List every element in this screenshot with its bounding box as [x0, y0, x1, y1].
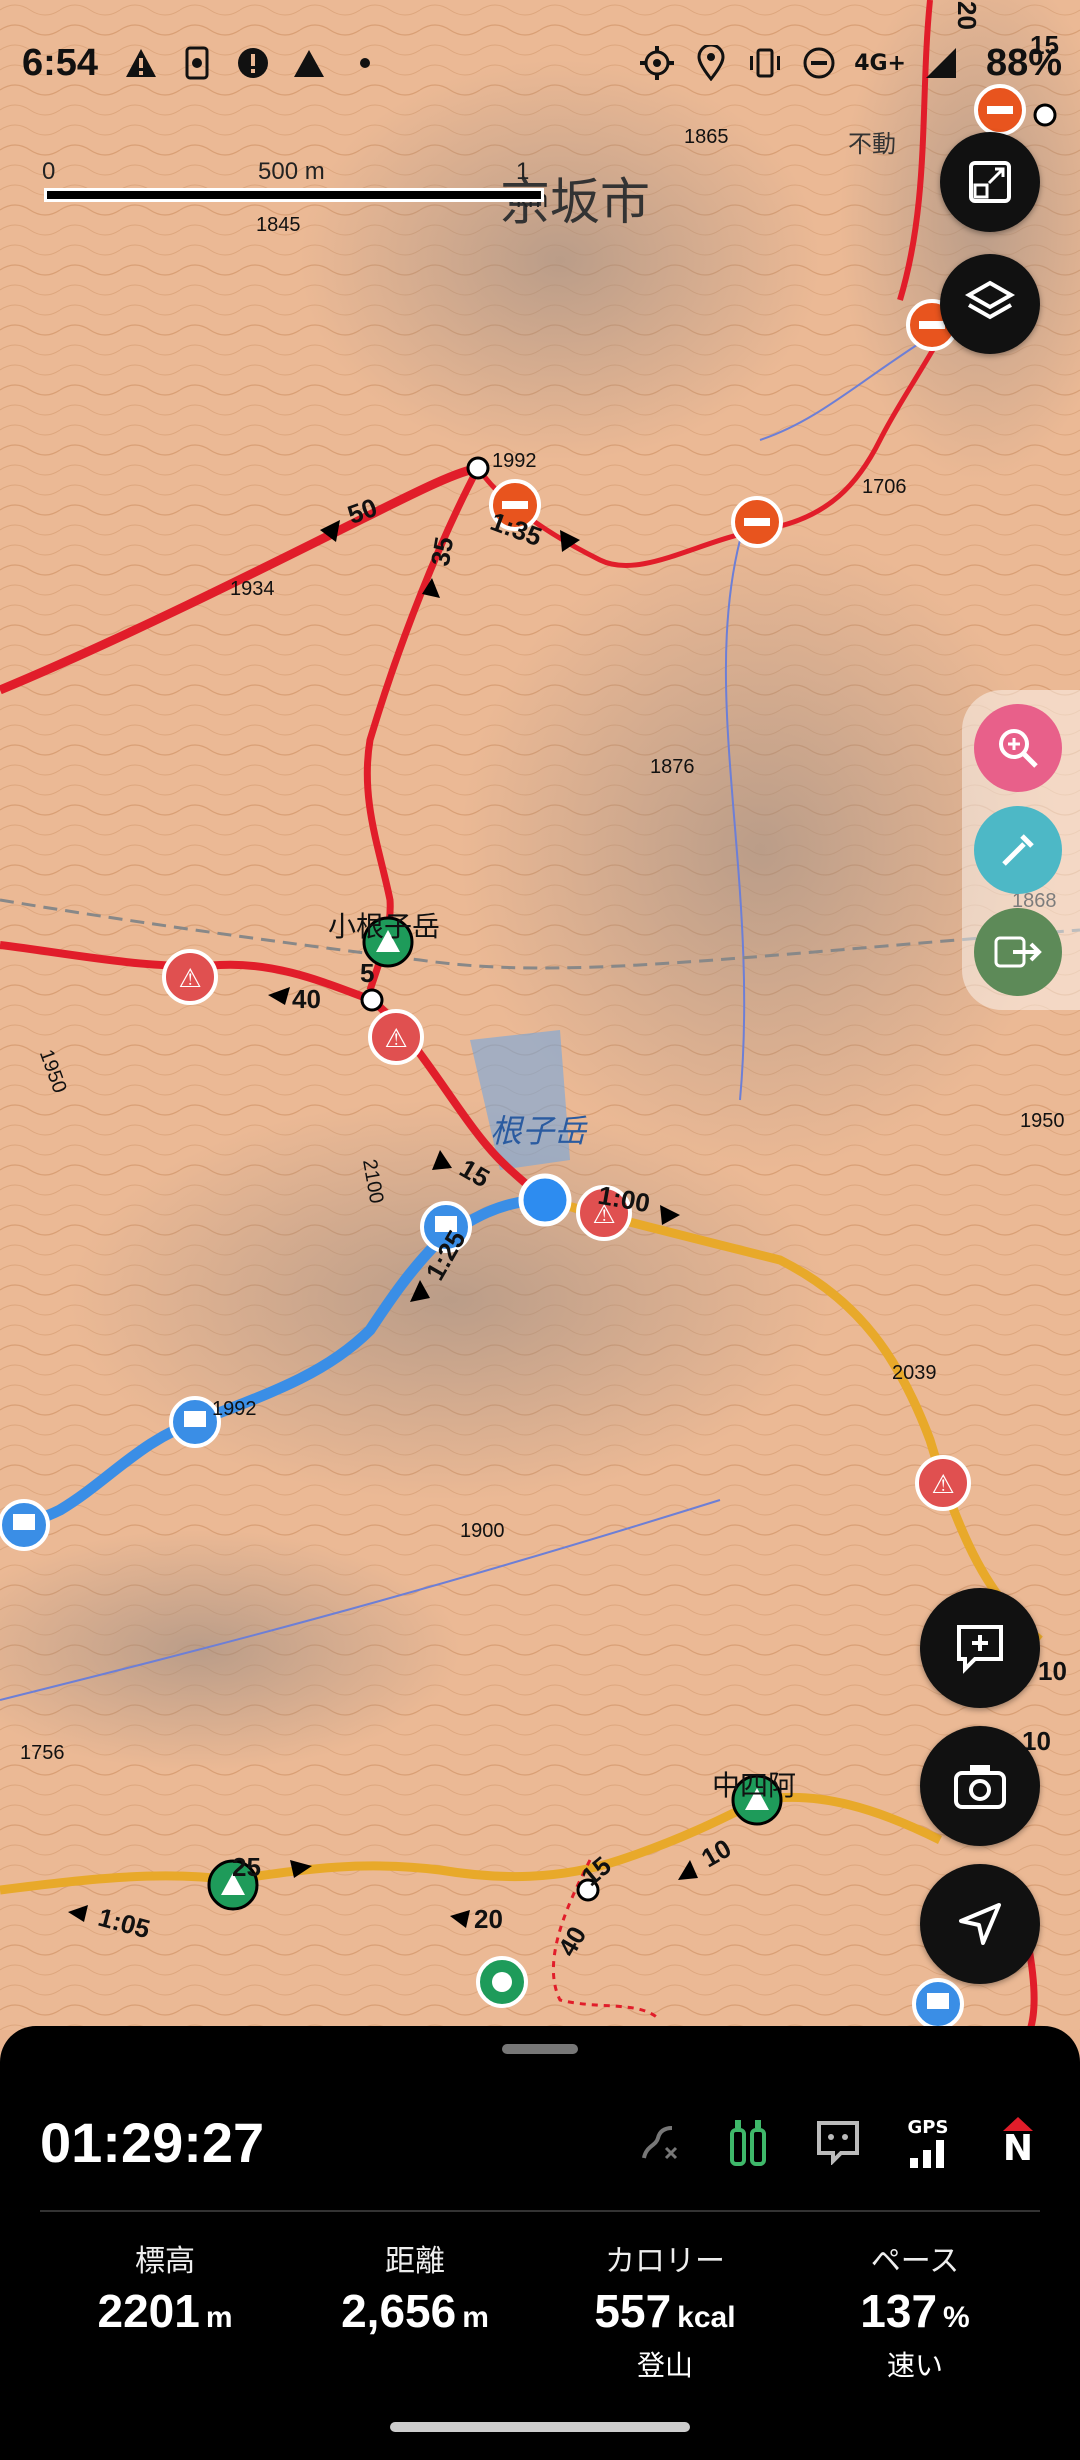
- route-off-icon[interactable]: [630, 2114, 686, 2170]
- current-position: [518, 1173, 572, 1227]
- eyedropper-icon: [1002, 834, 1034, 866]
- stat-unit: m: [205, 2301, 233, 2334]
- stat-label: 標高: [135, 2244, 195, 2279]
- svg-text:⚠: ⚠: [384, 1024, 407, 1054]
- camera-icon: [954, 1765, 1006, 1809]
- stat-sub: 速い: [886, 2349, 943, 2382]
- vibrate-icon: [746, 44, 784, 82]
- status-bar: 6:54 4G+ 88%: [0, 0, 1080, 130]
- chat-face-icon[interactable]: [810, 2114, 866, 2170]
- dot-icon: [346, 44, 384, 82]
- scale-end: 1 km: [516, 158, 548, 213]
- scale-bar-line: [44, 188, 544, 202]
- expand-button[interactable]: [940, 132, 1040, 232]
- stat-value: 2201: [97, 2285, 200, 2337]
- battery-level: 88%: [985, 42, 1062, 84]
- route-toggle-icon: [994, 936, 1042, 968]
- stat-pace: ペース 137% 速い: [790, 2228, 1040, 2384]
- stat-elevation: 標高 2201 m: [40, 2228, 290, 2384]
- home-indicator[interactable]: [390, 2422, 690, 2432]
- time-marker: 5: [360, 958, 375, 988]
- elevation-label: 1900: [460, 1520, 505, 1542]
- eyedropper-button[interactable]: [974, 806, 1062, 894]
- elevation-label: 1992: [212, 1398, 257, 1420]
- location-pin-icon: [692, 44, 730, 82]
- elevation-label: 1992: [492, 450, 537, 472]
- elevation-label: 1876: [650, 756, 695, 778]
- stat-calories: カロリー 557 kcal 登山: [540, 2228, 790, 2384]
- scale-mid: 500 m: [258, 158, 325, 185]
- gps-signal-icon[interactable]: GPS: [900, 2114, 956, 2170]
- route-toggle-button[interactable]: [974, 908, 1062, 996]
- elevation-label: 1845: [256, 214, 301, 236]
- warning-icon: [122, 44, 160, 82]
- peak-label-main: 根子岳: [490, 1113, 587, 1149]
- time-marker: 10: [1038, 1656, 1067, 1686]
- peak-label-small: 小根子岳: [328, 911, 441, 942]
- compass-label: N: [1002, 2128, 1034, 2169]
- elevation-label: 1934: [230, 578, 275, 600]
- layers-icon: [964, 280, 1016, 320]
- stat-unit: m: [462, 2301, 489, 2334]
- layers-button[interactable]: [940, 254, 1040, 354]
- memo-marker[interactable]: [0, 1499, 50, 1551]
- bottles-icon[interactable]: [720, 2114, 776, 2170]
- compass-icon[interactable]: N: [990, 2114, 1046, 2170]
- elevation-label: 1706: [862, 476, 907, 498]
- alert-icon: [234, 44, 272, 82]
- tool-side-panel: [962, 690, 1080, 1010]
- no-entry-marker[interactable]: [731, 496, 783, 548]
- warning-marker[interactable]: ⚠: [162, 949, 218, 1005]
- warning-marker[interactable]: ⚠: [368, 1009, 424, 1065]
- camera-button[interactable]: [920, 1726, 1040, 1846]
- stat-unit: %: [943, 2301, 970, 2334]
- time-marker: 35: [424, 534, 460, 569]
- navigate-button[interactable]: [920, 1864, 1040, 1984]
- stat-value: 137: [860, 2285, 938, 2337]
- dnd-icon: [800, 44, 838, 82]
- time-marker: 20: [474, 1904, 503, 1934]
- add-memo-button[interactable]: [920, 1588, 1040, 1708]
- activity-panel: 01:29:27 GPS N 標高 2201 m 距離 2,656 m カロリー 5…: [0, 2026, 1080, 2460]
- svg-text:⚠: ⚠: [178, 964, 201, 994]
- elevation-label: 1950: [1020, 1110, 1065, 1132]
- memo-marker[interactable]: [912, 1978, 964, 2030]
- mountain-icon: [290, 44, 328, 82]
- map-canvas[interactable]: ⚠ ⚠ ⚠ ⚠: [0, 0, 1080, 2030]
- stat-label: 距離: [385, 2244, 445, 2279]
- zoom-icon: [999, 729, 1038, 768]
- stat-label: ペース: [870, 2244, 960, 2279]
- warning-marker[interactable]: ⚠: [915, 1455, 971, 1511]
- zoom-button[interactable]: [974, 704, 1062, 792]
- navigate-icon: [959, 1903, 1001, 1945]
- gps-target-icon: [638, 44, 676, 82]
- expand-icon: [969, 161, 1011, 203]
- time-marker: 40: [292, 984, 321, 1014]
- elevation-label: 1756: [20, 1742, 65, 1764]
- elapsed-timer: 01:29:27: [40, 2111, 265, 2174]
- stat-value: 557: [594, 2285, 672, 2337]
- topographic-map[interactable]: ⚠ ⚠ ⚠ ⚠ 京坂市 根子岳 小根子岳 中四阿 不動 1865 1845 19…: [0, 0, 1080, 2030]
- stat-sub: 登山: [636, 2349, 693, 2382]
- signal-icon: [922, 44, 960, 82]
- panel-divider: [40, 2210, 1040, 2212]
- stat-label: カロリー: [605, 2244, 725, 2279]
- time-marker: 25: [232, 1852, 261, 1882]
- drag-handle[interactable]: [502, 2044, 578, 2054]
- svg-text:⚠: ⚠: [931, 1470, 954, 1500]
- network-type: 4G+: [854, 50, 906, 76]
- place-label-naka: 中四阿: [712, 1770, 797, 1801]
- elevation-label: 2039: [892, 1362, 937, 1384]
- phone-sync-icon: [178, 44, 216, 82]
- stats-row: 標高 2201 m 距離 2,656 m カロリー 557 kcal 登山 ペース 1…: [0, 2228, 1080, 2384]
- scale-zero: 0: [42, 158, 56, 185]
- status-time: 6:54: [22, 42, 99, 84]
- add-memo-icon: [957, 1625, 1003, 1674]
- stat-value: 2,656: [341, 2285, 457, 2337]
- stat-unit: kcal: [677, 2301, 736, 2334]
- stat-distance: 距離 2,656 m: [290, 2228, 540, 2384]
- gps-label: GPS: [907, 2116, 949, 2138]
- plant-marker[interactable]: [476, 1956, 528, 2008]
- scale-bar: 0 500 m 1 km: [40, 158, 550, 213]
